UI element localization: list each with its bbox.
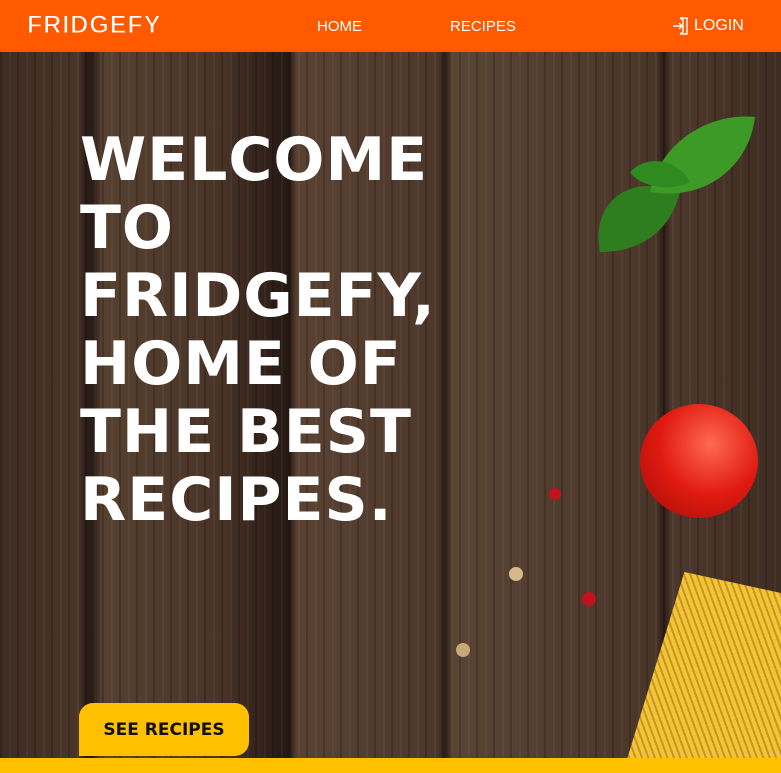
- top-navbar: FRIDGEFY HOME RECIPES LOGIN: [0, 0, 781, 52]
- nav-recipes-link[interactable]: RECIPES: [450, 18, 516, 35]
- nav-home-link[interactable]: HOME: [317, 18, 362, 35]
- pasta-image: [620, 572, 781, 773]
- see-recipes-button[interactable]: SEE RECIPES: [79, 703, 249, 756]
- hero-title: WELCOME TO FRIDGEFY, HOME OF THE BEST RE…: [80, 125, 436, 535]
- tomato-image: [640, 404, 758, 518]
- basil-image: [598, 116, 755, 252]
- peppercorn: [456, 643, 470, 657]
- peppercorn: [509, 567, 523, 581]
- login-label: LOGIN: [694, 17, 744, 34]
- peppercorn: [582, 592, 596, 606]
- hero-section: WELCOME TO FRIDGEFY, HOME OF THE BEST RE…: [0, 52, 781, 773]
- login-button[interactable]: LOGIN: [671, 16, 744, 36]
- bottom-accent-bar: [0, 758, 781, 773]
- login-icon: [673, 17, 688, 35]
- logo[interactable]: FRIDGEFY: [25, 12, 163, 38]
- peppercorn: [549, 488, 561, 500]
